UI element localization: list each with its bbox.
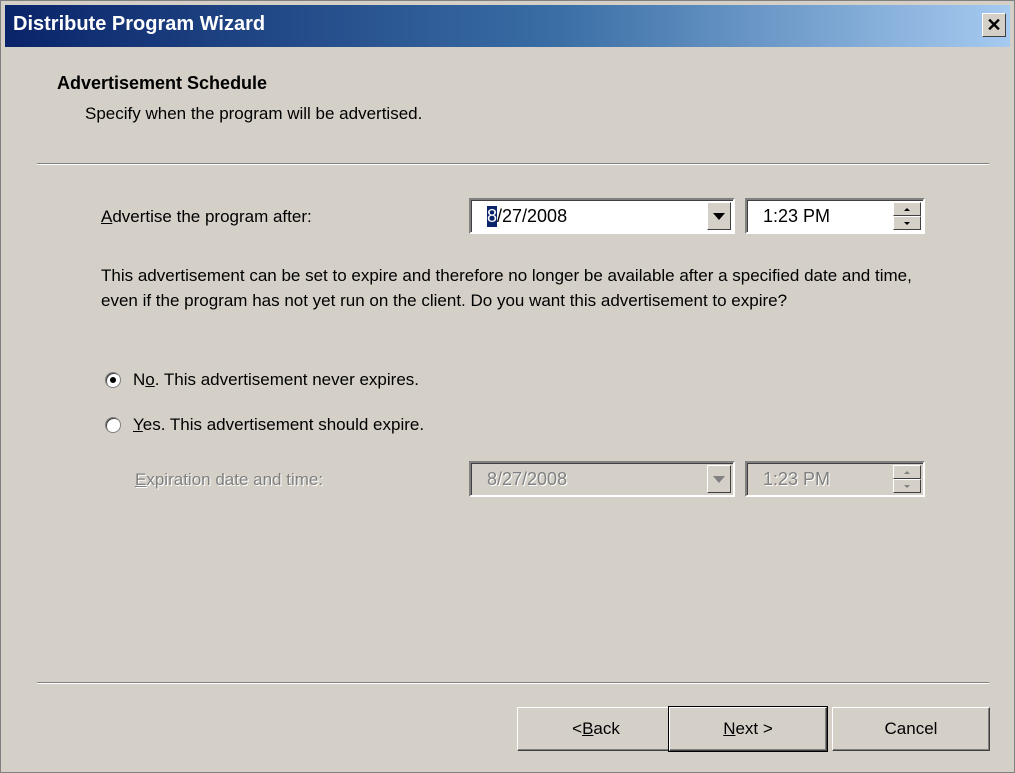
advertise-date-value: 8/27/2008 (487, 206, 568, 227)
expiration-date-dropdown-button[interactable] (707, 465, 731, 493)
chevron-down-icon (713, 212, 725, 220)
spin-down-button[interactable] (893, 479, 921, 493)
radio-button-unchecked[interactable] (105, 417, 121, 433)
expiration-time-value: 1:23 PM (763, 469, 831, 489)
expiration-time-picker[interactable]: 1:23 PM (745, 461, 925, 497)
expiration-date-picker[interactable]: 8/27/2008 (469, 461, 735, 497)
back-button[interactable]: < Back (517, 707, 675, 751)
advertise-time-spinner[interactable] (893, 202, 921, 230)
title-bar[interactable]: Distribute Program Wizard ✕ (5, 5, 1010, 47)
expiration-label: Expiration date and time: (135, 470, 324, 489)
spin-up-button[interactable] (893, 465, 921, 479)
cancel-button[interactable]: Cancel (832, 707, 990, 751)
arrow-down-icon (904, 484, 910, 488)
advertise-after-label: Advertise the program after: (101, 207, 312, 226)
advertise-time-picker[interactable]: 1:23 PM (745, 198, 925, 234)
footer-divider (37, 682, 989, 684)
page-title: Advertisement Schedule (57, 73, 268, 93)
expire-description: This advertisement can be set to expire … (101, 266, 912, 310)
window-title: Distribute Program Wizard (13, 13, 266, 35)
close-button[interactable]: ✕ (982, 13, 1006, 37)
arrow-up-icon (904, 470, 910, 474)
next-button[interactable]: Next > (668, 706, 828, 752)
expiration-date-value: 8/27/2008 (487, 469, 568, 489)
radio-never-expires-label: No. This advertisement never expires. (133, 370, 419, 389)
advertise-time-value: 1:23 PM (763, 206, 831, 226)
radio-should-expire[interactable]: Yes. This advertisement should expire. (105, 415, 424, 435)
page-subtitle: Specify when the program will be adverti… (85, 104, 423, 123)
advertise-date-picker[interactable]: 8/27/2008 (469, 198, 735, 234)
spin-up-button[interactable] (893, 202, 921, 216)
chevron-down-icon (713, 475, 725, 483)
radio-never-expires[interactable]: No. This advertisement never expires. (105, 370, 419, 390)
arrow-down-icon (904, 221, 910, 225)
expiration-time-spinner[interactable] (893, 465, 921, 493)
wizard-window: Distribute Program Wizard ✕ Advertisemen… (0, 0, 1015, 773)
header-divider (37, 163, 989, 165)
radio-should-expire-label: Yes. This advertisement should expire. (133, 415, 425, 434)
radio-button-checked[interactable] (105, 372, 121, 388)
spin-down-button[interactable] (893, 216, 921, 230)
advertise-date-dropdown-button[interactable] (707, 202, 731, 230)
arrow-up-icon (904, 207, 910, 211)
